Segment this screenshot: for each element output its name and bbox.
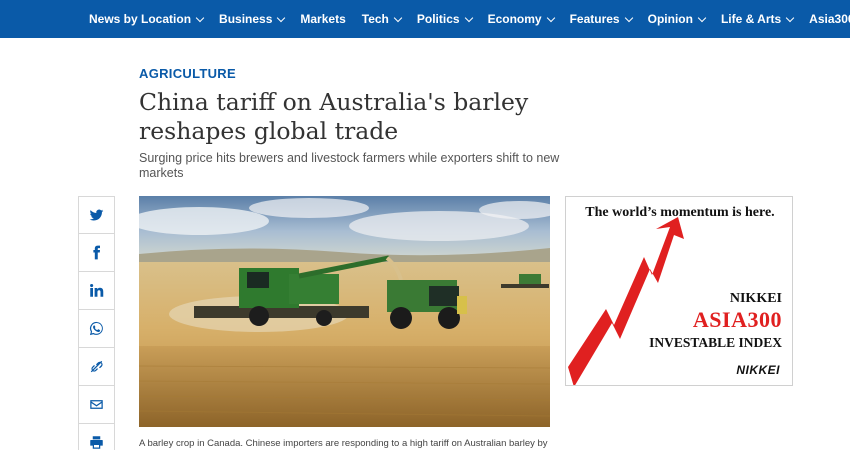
chevron-down-icon — [785, 13, 795, 22]
top-navigation: News by Location Business Markets Tech P… — [0, 0, 850, 38]
nav-economy[interactable]: Economy — [488, 12, 555, 26]
whatsapp-icon — [89, 321, 103, 336]
ad-product-name: ASIA300 — [692, 307, 782, 332]
share-link-button[interactable] — [78, 348, 115, 386]
link-icon — [90, 360, 103, 373]
article-hero-image — [139, 196, 550, 427]
ad-brand: NIKKEI — [729, 291, 782, 306]
nav-asia300[interactable]: Asia300 — [809, 12, 850, 26]
print-icon — [90, 436, 103, 449]
nav-tech[interactable]: Tech — [362, 12, 403, 26]
ad-subtitle: INVESTABLE INDEX — [649, 335, 782, 350]
nav-markets[interactable]: Markets — [300, 12, 345, 26]
article-subheadline: Surging price hits brewers and livestock… — [139, 151, 560, 180]
ad-tagline: The world’s momentum is here. — [585, 205, 775, 220]
share-facebook-button[interactable] — [78, 234, 115, 272]
nav-opinion[interactable]: Opinion — [648, 12, 707, 26]
chevron-down-icon — [697, 13, 707, 22]
chevron-down-icon — [546, 13, 555, 22]
image-caption: A barley crop in Canada. Chinese importe… — [139, 438, 548, 449]
nav-news-by-location[interactable]: News by Location — [89, 12, 205, 26]
nav-business[interactable]: Business — [219, 12, 286, 26]
nav-life-and-arts[interactable]: Life & Arts — [721, 12, 795, 26]
share-toolbar — [78, 196, 115, 450]
share-email-button[interactable] — [78, 386, 115, 424]
share-twitter-button[interactable] — [78, 196, 115, 234]
share-print-button[interactable] — [78, 424, 115, 450]
nikkei-logo: NIKKEI — [736, 363, 780, 377]
share-whatsapp-button[interactable] — [78, 310, 115, 348]
article-headline: China tariff on Australia's barley resha… — [139, 88, 529, 145]
email-icon — [90, 400, 103, 409]
linkedin-icon — [90, 283, 104, 297]
nav-politics[interactable]: Politics — [417, 12, 473, 26]
chevron-down-icon — [195, 13, 205, 22]
facebook-icon — [93, 245, 100, 260]
chevron-down-icon — [277, 13, 286, 22]
barley-harvest-photo — [139, 196, 550, 427]
twitter-icon — [89, 209, 104, 221]
share-linkedin-button[interactable] — [78, 272, 115, 310]
chevron-down-icon — [393, 13, 403, 22]
chevron-down-icon — [464, 13, 473, 22]
section-kicker-link[interactable]: AGRICULTURE — [139, 66, 236, 81]
advertisement-banner[interactable]: The world’s momentum is here. NIKKEI ASI… — [565, 196, 793, 386]
chevron-down-icon — [624, 13, 633, 22]
nav-features[interactable]: Features — [570, 12, 633, 26]
